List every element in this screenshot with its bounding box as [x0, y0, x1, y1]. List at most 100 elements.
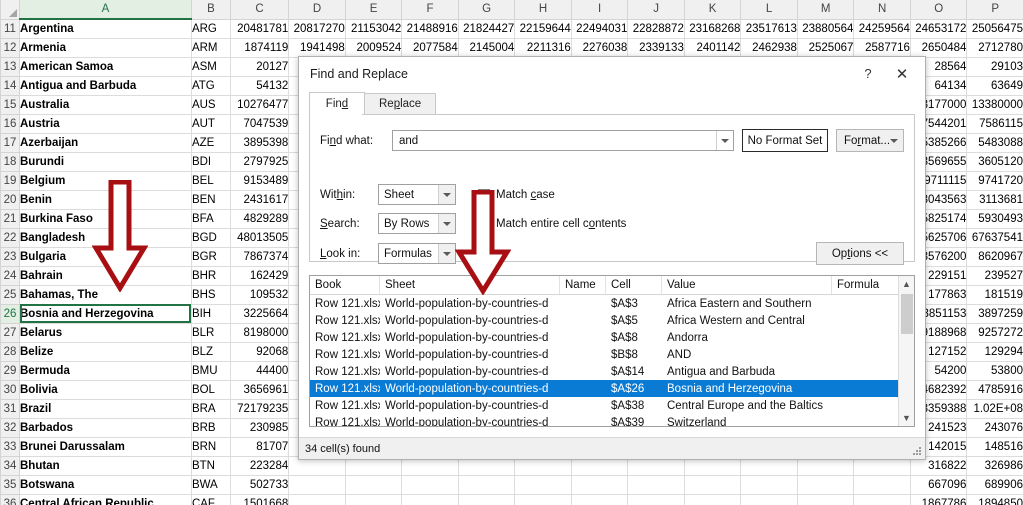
cell-P23[interactable]: 8620967	[967, 247, 1024, 266]
cell-C21[interactable]: 4829289	[230, 209, 288, 228]
cell-B28[interactable]: BLZ	[191, 342, 230, 361]
row-header-35[interactable]: 35	[1, 475, 20, 494]
scroll-up-icon[interactable]: ▲	[899, 276, 915, 292]
result-row[interactable]: Row 121.xlsxWorld-population-by-countrie…	[310, 346, 914, 363]
cell-P31[interactable]: 1.02E+08	[967, 399, 1024, 418]
cell-C11[interactable]: 20481781	[230, 19, 288, 38]
cell-A31[interactable]: Brazil	[20, 399, 192, 418]
cell-A13[interactable]: American Samoa	[20, 57, 192, 76]
cell-C34[interactable]: 223284	[230, 456, 288, 475]
cell-C14[interactable]: 54132	[230, 76, 288, 95]
options-button[interactable]: Options <<	[816, 242, 904, 265]
cell-H11[interactable]: 22159644	[515, 19, 572, 38]
cell-L12[interactable]: 2462938	[741, 38, 798, 57]
row-header-17[interactable]: 17	[1, 133, 20, 152]
row-header-23[interactable]: 23	[1, 247, 20, 266]
column-header-I[interactable]: I	[571, 0, 628, 19]
cell-E35[interactable]	[345, 475, 402, 494]
cell-B34[interactable]: BTN	[191, 456, 230, 475]
cell-J11[interactable]: 22828872	[628, 19, 685, 38]
cell-M36[interactable]	[797, 494, 854, 505]
cell-N35[interactable]	[854, 475, 911, 494]
cell-P26[interactable]: 3897259	[967, 304, 1024, 323]
cell-P33[interactable]: 148516	[967, 437, 1024, 456]
cell-P32[interactable]: 243076	[967, 418, 1024, 437]
row-header-20[interactable]: 20	[1, 190, 20, 209]
cell-B18[interactable]: BDI	[191, 152, 230, 171]
column-header-F[interactable]: F	[402, 0, 459, 19]
result-row[interactable]: Row 121.xlsxWorld-population-by-countrie…	[310, 414, 914, 427]
cell-P15[interactable]: 13380000	[967, 95, 1024, 114]
cell-B27[interactable]: BLR	[191, 323, 230, 342]
cell-O36[interactable]: 1867786	[910, 494, 967, 505]
scrollbar-thumb[interactable]	[901, 294, 913, 334]
cell-M12[interactable]: 2525067	[797, 38, 854, 57]
result-row[interactable]: Row 121.xlsxWorld-population-by-countrie…	[310, 397, 914, 414]
cell-A11[interactable]: Argentina	[20, 19, 192, 38]
cell-P16[interactable]: 7586115	[967, 114, 1024, 133]
cell-C31[interactable]: 72179235	[230, 399, 288, 418]
cell-C18[interactable]: 2797925	[230, 152, 288, 171]
cell-C35[interactable]: 502733	[230, 475, 288, 494]
row-header-25[interactable]: 25	[1, 285, 20, 304]
row-header-15[interactable]: 15	[1, 95, 20, 114]
row-header-26[interactable]: 26	[1, 304, 20, 323]
cell-F35[interactable]	[402, 475, 459, 494]
find-what-input[interactable]: and	[392, 130, 734, 151]
cell-C13[interactable]: 20127	[230, 57, 288, 76]
cell-A19[interactable]: Belgium	[20, 171, 192, 190]
row-header-33[interactable]: 33	[1, 437, 20, 456]
cell-D12[interactable]: 1941498	[289, 38, 346, 57]
cell-C19[interactable]: 9153489	[230, 171, 288, 190]
cell-A14[interactable]: Antigua and Barbuda	[20, 76, 192, 95]
cell-P17[interactable]: 5483088	[967, 133, 1024, 152]
cell-A27[interactable]: Belarus	[20, 323, 192, 342]
cell-P14[interactable]: 63649	[967, 76, 1024, 95]
no-format-set-button[interactable]: No Format Set	[742, 129, 828, 152]
cell-C26[interactable]: 3225664	[230, 304, 288, 323]
row-header-18[interactable]: 18	[1, 152, 20, 171]
row-header-27[interactable]: 27	[1, 323, 20, 342]
results-col-book[interactable]: Book	[310, 276, 380, 294]
cell-L36[interactable]	[741, 494, 798, 505]
cell-B29[interactable]: BMU	[191, 361, 230, 380]
cell-A29[interactable]: Bermuda	[20, 361, 192, 380]
cell-B12[interactable]: ARM	[191, 38, 230, 57]
cell-B33[interactable]: BRN	[191, 437, 230, 456]
cell-B11[interactable]: ARG	[191, 19, 230, 38]
column-header-H[interactable]: H	[515, 0, 572, 19]
cell-J35[interactable]	[628, 475, 685, 494]
column-header-B[interactable]: B	[191, 0, 230, 19]
cell-P21[interactable]: 5930493	[967, 209, 1024, 228]
result-row[interactable]: Row 121.xlsxWorld-population-by-countrie…	[310, 363, 914, 380]
row-header-28[interactable]: 28	[1, 342, 20, 361]
results-col-name[interactable]: Name	[560, 276, 606, 294]
cell-E12[interactable]: 2009524	[345, 38, 402, 57]
row-header-13[interactable]: 13	[1, 57, 20, 76]
cell-I35[interactable]	[571, 475, 628, 494]
cell-A15[interactable]: Australia	[20, 95, 192, 114]
cell-O11[interactable]: 24653172	[910, 19, 967, 38]
results-col-value[interactable]: Value	[662, 276, 832, 294]
cell-B23[interactable]: BGR	[191, 247, 230, 266]
cell-G11[interactable]: 21824427	[458, 19, 515, 38]
cell-C24[interactable]: 162429	[230, 266, 288, 285]
column-header-M[interactable]: M	[797, 0, 854, 19]
cell-A22[interactable]: Bangladesh	[20, 228, 192, 247]
cell-P34[interactable]: 326986	[967, 456, 1024, 475]
cell-I11[interactable]: 22494031	[571, 19, 628, 38]
cell-B26[interactable]: BIH	[191, 304, 230, 323]
results-scrollbar[interactable]: ▲ ▼	[898, 276, 914, 426]
cell-D11[interactable]: 20817270	[289, 19, 346, 38]
cell-K12[interactable]: 2401142	[684, 38, 741, 57]
cell-A32[interactable]: Barbados	[20, 418, 192, 437]
select-all-corner[interactable]	[1, 0, 20, 19]
cell-G35[interactable]	[458, 475, 515, 494]
cell-M11[interactable]: 23880564	[797, 19, 854, 38]
cell-A35[interactable]: Botswana	[20, 475, 192, 494]
cell-F12[interactable]: 2077584	[402, 38, 459, 57]
results-col-cell[interactable]: Cell	[606, 276, 662, 294]
cell-K11[interactable]: 23168268	[684, 19, 741, 38]
cell-P28[interactable]: 129294	[967, 342, 1024, 361]
cell-P30[interactable]: 4785916	[967, 380, 1024, 399]
